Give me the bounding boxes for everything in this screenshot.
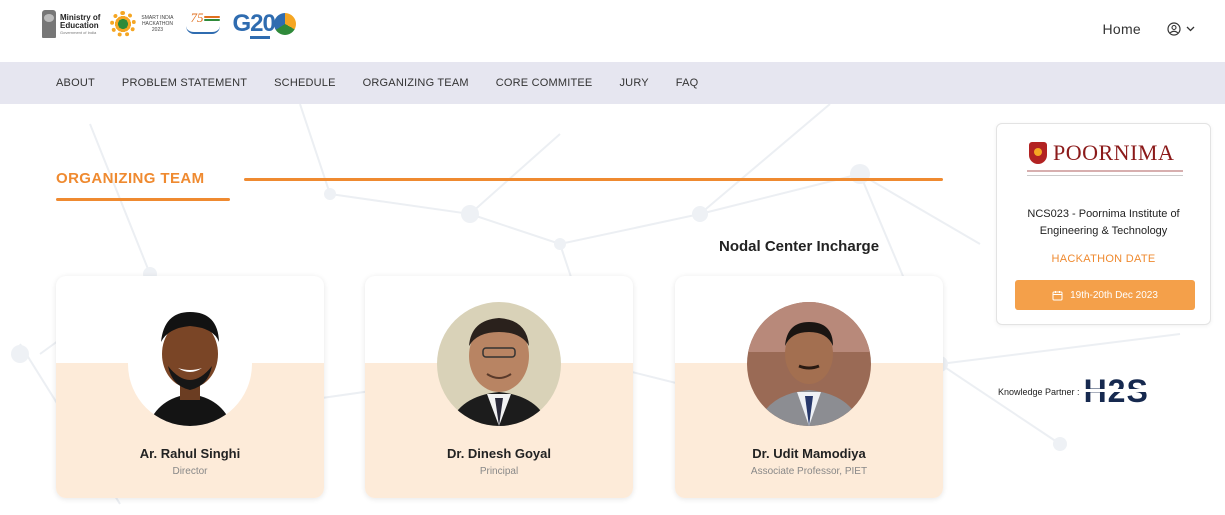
nodal-center-heading: Nodal Center Incharge [719, 238, 880, 255]
chevron-down-icon [1186, 26, 1195, 32]
azadi-ka-amrit-mahotsav-logo[interactable]: 75 [184, 10, 222, 38]
g20-text: G20 [232, 10, 275, 37]
team-member-role: Director [172, 466, 208, 477]
team-card: Dr. Dinesh Goyal Principal [365, 276, 633, 498]
header-nav: Home [1102, 21, 1195, 37]
section-menu-bar: ABOUT PROBLEM STATEMENT SCHEDULE ORGANIZ… [0, 62, 1225, 104]
user-menu-button[interactable] [1167, 22, 1195, 36]
g20-logo[interactable]: G20 [232, 10, 296, 39]
menu-item-organizing-team[interactable]: ORGANIZING TEAM [363, 77, 469, 89]
menu-item-faq[interactable]: FAQ [676, 77, 699, 89]
calendar-icon [1052, 290, 1063, 300]
h2s-logo[interactable]: H2S [1083, 374, 1174, 408]
nodal-center-name: NCS023 - Poornima Institute of Engineeri… [1027, 208, 1180, 237]
menu-item-schedule[interactable]: SCHEDULE [274, 77, 336, 89]
partner-logos: Ministry of Education Government of Indi… [42, 10, 296, 39]
team-card: Dr. Udit Mamodiya Associate Professor, P… [675, 276, 943, 498]
title-divider [244, 178, 943, 181]
sih-sun-icon [110, 11, 137, 37]
menu-item-jury[interactable]: JURY [619, 77, 648, 89]
hackathon-date-button[interactable]: 19th-20th Dec 2023 [1015, 280, 1195, 310]
poornima-logo[interactable]: POORNIMA [1029, 140, 1174, 166]
team-member-role: Associate Professor, PIET [750, 466, 868, 477]
knowledge-partner: Knowledge Partner : H2S [998, 374, 1174, 408]
team-member-role: Principal [479, 466, 519, 477]
moe-line3: Government of India [60, 29, 97, 35]
hackathon-date-label: HACKATHON DATE [1051, 253, 1156, 265]
menu-item-problem-statement[interactable]: PROBLEM STATEMENT [122, 77, 247, 89]
smart-india-hackathon-logo[interactable]: SMART INDIA HACKATHON 2023 [110, 11, 174, 37]
hackathon-date-text: 19th-20th Dec 2023 [1070, 289, 1158, 301]
team-member-photo [128, 302, 252, 426]
page-title: ORGANIZING TEAM [56, 170, 205, 187]
team-member-name: Ar. Rahul Singhi [139, 446, 241, 461]
menu-item-core-committee[interactable]: CORE COMMITEE [496, 77, 593, 89]
poornima-logo-text: POORNIMA [1053, 140, 1175, 165]
poornima-crest-icon [1029, 142, 1047, 164]
knowledge-partner-label: Knowledge Partner : [998, 387, 1080, 397]
g20-globe-icon [273, 13, 296, 35]
title-underline [56, 198, 230, 201]
national-emblem-icon [42, 10, 56, 38]
team-member-name: Dr. Udit Mamodiya [752, 446, 866, 461]
top-header: Ministry of Education Government of Indi… [0, 0, 1225, 62]
ministry-of-education-logo[interactable]: Ministry of Education Government of Indi… [42, 10, 100, 38]
team-card: Ar. Rahul Singhi Director [56, 276, 324, 498]
nodal-center-info-panel: POORNIMA NCS023 - Poornima Institute of … [996, 123, 1211, 325]
user-circle-icon [1167, 22, 1181, 36]
team-member-photo [437, 302, 561, 426]
team-member-name: Dr. Dinesh Goyal [446, 446, 552, 461]
home-link[interactable]: Home [1102, 21, 1141, 37]
team-member-photo [747, 302, 871, 426]
sih-logo-text: SMART INDIA HACKATHON 2023 [141, 15, 174, 33]
moe-line2: Education [60, 20, 99, 30]
menu-item-about[interactable]: ABOUT [56, 77, 95, 89]
